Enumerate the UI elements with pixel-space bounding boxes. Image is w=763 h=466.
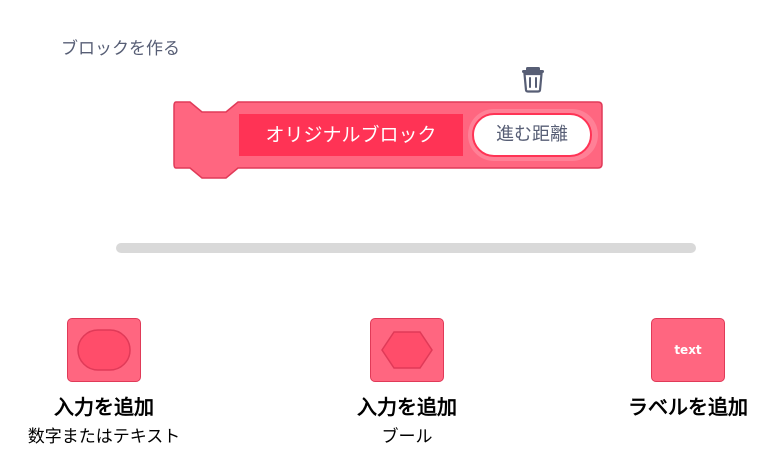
block-label-field[interactable]: オリジナルブロック: [239, 114, 463, 156]
rounded-input-icon: [77, 329, 131, 371]
text-label-icon: text: [674, 343, 702, 357]
option-title: ラベルを追加: [628, 395, 748, 419]
add-input-number-text-tile[interactable]: [67, 318, 141, 382]
option-title: 入力を追加: [357, 395, 457, 419]
make-block-dialog: ブロックを作る オリジナルブロック 進む距離 入力を追加 数字またはテキスト 入…: [0, 0, 763, 466]
horizontal-scrollbar[interactable]: [116, 243, 696, 253]
add-input-boolean-button[interactable]: 入力を追加 ブール: [297, 318, 517, 447]
add-input-boolean-tile[interactable]: [370, 318, 444, 382]
add-input-number-text-button[interactable]: 入力を追加 数字またはテキスト: [0, 318, 214, 447]
dialog-title: ブロックを作る: [61, 39, 180, 59]
option-subtitle: 数字またはテキスト: [27, 427, 181, 447]
add-label-button[interactable]: text ラベルを追加: [578, 318, 763, 420]
block-input-field[interactable]: 進む距離: [472, 113, 592, 157]
option-subtitle: ブール: [381, 427, 433, 447]
add-label-tile[interactable]: text: [651, 318, 725, 382]
option-title: 入力を追加: [54, 395, 154, 419]
hexagon-input-icon: [381, 331, 433, 369]
trash-icon[interactable]: [519, 63, 547, 93]
